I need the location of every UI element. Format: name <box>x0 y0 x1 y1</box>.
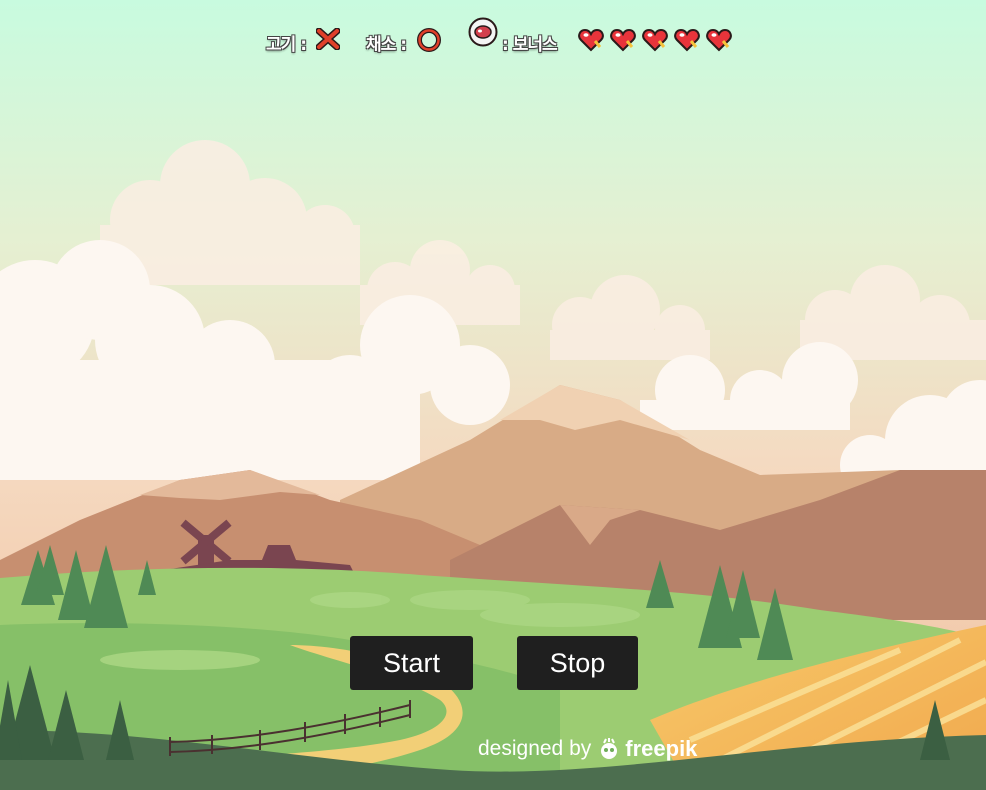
hud-legend: 고기 : 채소 : : 보너스 <box>0 0 986 70</box>
stop-button[interactable]: Stop <box>517 636 638 690</box>
credit-brand: freepik <box>625 736 698 761</box>
o-ring-icon <box>417 28 441 56</box>
credit-prefix: designed by <box>478 737 592 760</box>
heart-icon <box>706 27 732 53</box>
start-button[interactable]: Start <box>350 636 473 690</box>
meat-label: 고기 : <box>266 35 307 55</box>
meat-bonus-icon <box>468 17 498 51</box>
veggie-label: 채소 : <box>366 35 407 55</box>
heart-icon <box>674 27 700 53</box>
heart-icon <box>642 27 668 53</box>
freepik-credit[interactable]: designed by freepik <box>478 734 697 764</box>
x-mark-icon <box>315 27 341 54</box>
bonus-label: : 보너스 <box>502 35 558 55</box>
farm-landscape-background <box>0 0 986 790</box>
heart-icon <box>610 27 636 53</box>
freepik-logo-icon <box>597 738 621 760</box>
heart-icon <box>578 27 604 53</box>
